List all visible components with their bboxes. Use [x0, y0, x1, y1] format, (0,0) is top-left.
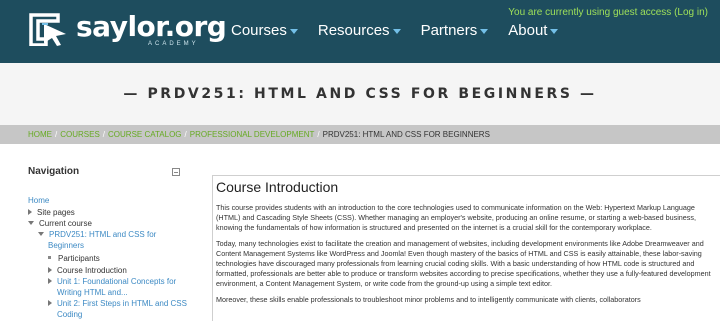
nav-tree-course-line1: PRDV251: HTML and CSS for	[49, 230, 157, 239]
intro-paragraph: Moreover, these skills enable profession…	[216, 295, 641, 304]
site-header: saylor.org ACADEMY Courses Resources Par…	[0, 0, 720, 63]
logo-text: saylor.org	[76, 10, 227, 43]
intro-paragraph: Today, many technologies exist to facili…	[216, 239, 711, 288]
nav-about-label: About	[508, 22, 548, 39]
nav-tree-home[interactable]: Home	[28, 195, 49, 206]
chevron-down-icon	[392, 29, 401, 34]
logo-subtitle: ACADEMY	[148, 41, 199, 47]
nav-courses-label: Courses	[231, 22, 287, 39]
breadcrumb: HOME / COURSES / COURSE CATALOG / PROFES…	[0, 125, 720, 144]
nav-tree-unit-2-line2[interactable]: Coding	[57, 309, 82, 320]
bullet-icon	[48, 256, 51, 259]
saylor-logo[interactable]: saylor.org ACADEMY	[28, 10, 227, 50]
triangle-right-icon	[48, 267, 52, 273]
nav-tree-course-line2[interactable]: Beginners	[48, 240, 84, 251]
navigation-block: Navigation Home Site pages Current cours…	[28, 166, 187, 319]
nav-courses[interactable]: Courses	[231, 22, 298, 39]
breadcrumb-separator: /	[317, 130, 320, 139]
breadcrumb-separator: /	[55, 130, 58, 139]
nav-resources-label: Resources	[317, 22, 390, 39]
breadcrumb-home[interactable]: HOME	[28, 130, 52, 139]
triangle-right-icon	[28, 209, 32, 215]
nav-tree-unit-2[interactable]: Unit 2: First Steps in HTML and CSS	[48, 298, 187, 309]
nav-tree-unit-1-line1: Unit 1: Foundational Concepts for	[57, 277, 177, 286]
chevron-down-icon	[480, 29, 489, 34]
triangle-right-icon	[48, 300, 52, 306]
nav-partners[interactable]: Partners	[421, 22, 489, 39]
nav-tree-course-introduction[interactable]: Course Introduction	[48, 265, 127, 276]
nav-about[interactable]: About	[508, 22, 559, 39]
course-introduction-panel: Course Introduction This course provides…	[212, 175, 720, 321]
collapse-icon[interactable]	[172, 168, 180, 176]
triangle-right-icon	[48, 278, 52, 284]
nav-tree-course-introduction-label: Course Introduction	[57, 266, 127, 275]
main-nav: Courses Resources Partners About	[231, 22, 578, 39]
breadcrumb-separator: /	[184, 130, 187, 139]
nav-resources[interactable]: Resources	[318, 22, 401, 39]
navigation-title: Navigation	[28, 166, 80, 177]
chevron-down-icon	[550, 29, 559, 34]
course-title-band: — PRDV251: HTML AND CSS FOR BEGINNERS —	[0, 63, 720, 125]
logo-mark-icon	[29, 13, 66, 46]
breadcrumb-courses[interactable]: COURSES	[60, 130, 100, 139]
section-heading: Course Introduction	[216, 179, 339, 195]
nav-tree-participants-label: Participants	[58, 254, 100, 263]
breadcrumb-professional-development[interactable]: PROFESSIONAL DEVELOPMENT	[190, 130, 315, 139]
page-title: — PRDV251: HTML AND CSS FOR BEGINNERS —	[123, 86, 597, 102]
nav-tree-participants[interactable]: Participants	[48, 253, 100, 264]
breadcrumb-current: PRDV251: HTML AND CSS FOR BEGINNERS	[322, 130, 490, 139]
nav-tree-unit-2-line1: Unit 2: First Steps in HTML and CSS	[57, 299, 187, 308]
nav-tree-site-pages[interactable]: Site pages	[28, 207, 75, 218]
nav-tree-current-course[interactable]: Current course	[28, 218, 92, 229]
breadcrumb-course-catalog[interactable]: COURSE CATALOG	[108, 130, 182, 139]
nav-tree-unit-1-line2[interactable]: Writing HTML and...	[57, 287, 128, 298]
nav-tree-course[interactable]: PRDV251: HTML and CSS for	[38, 229, 156, 240]
guest-login-link[interactable]: You are currently using guest access (Lo…	[508, 7, 708, 18]
nav-tree-site-pages-label: Site pages	[37, 208, 75, 217]
nav-tree-current-course-label: Current course	[39, 219, 92, 228]
triangle-down-icon	[38, 232, 44, 236]
nav-partners-label: Partners	[420, 22, 478, 39]
triangle-down-icon	[28, 221, 34, 225]
intro-paragraph: This course provides students with an in…	[216, 203, 696, 232]
chevron-down-icon	[289, 29, 298, 34]
breadcrumb-separator: /	[102, 130, 106, 139]
nav-tree-unit-1[interactable]: Unit 1: Foundational Concepts for	[48, 276, 176, 287]
